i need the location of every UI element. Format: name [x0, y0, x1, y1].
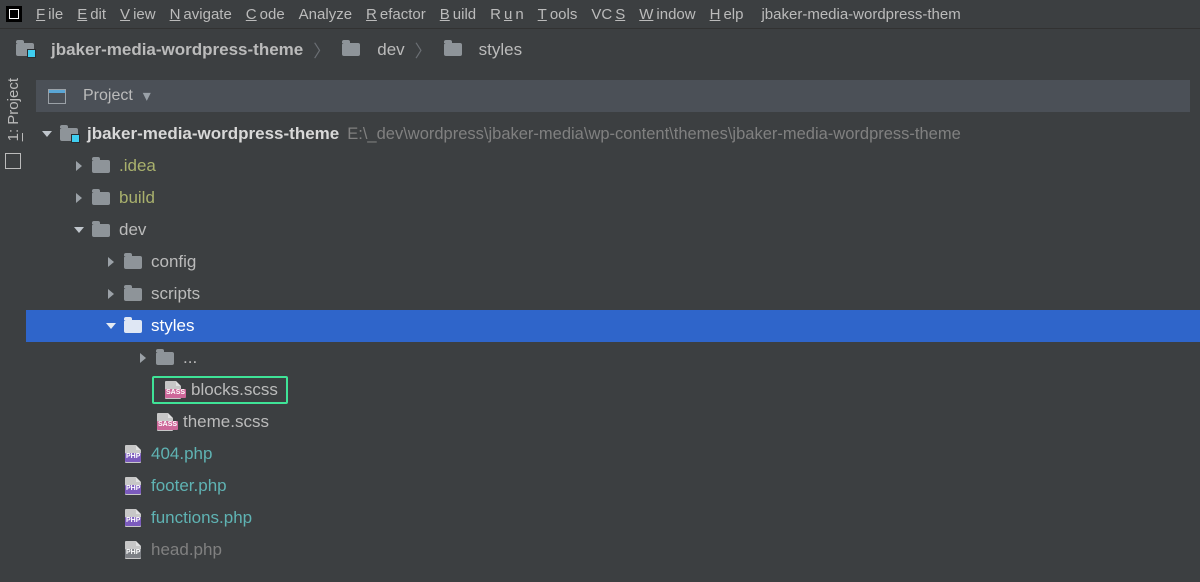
tool-window-stripe: 1: Project [0, 70, 27, 582]
folder-icon [154, 349, 176, 367]
project-tree: jbaker-media-wordpress-theme E:\_dev\wor… [26, 118, 1200, 566]
tree-item-config[interactable]: config [26, 246, 1200, 278]
tree-item-styles[interactable]: styles [26, 310, 1200, 342]
menu-vcs[interactable]: VCS [591, 6, 625, 23]
project-icon [58, 125, 80, 143]
php-file-icon: PHP [122, 477, 144, 495]
tool-tab-icon [5, 153, 21, 169]
item-label: styles [151, 316, 194, 336]
tree-item-scripts[interactable]: scripts [26, 278, 1200, 310]
breadcrumb-styles-label: styles [479, 40, 522, 60]
tree-item-theme-scss[interactable]: SASS theme.scss [26, 406, 1200, 438]
project-panel: Project ▾ jbaker-media-wordpress-theme E… [26, 70, 1200, 582]
menu-help[interactable]: Help [710, 6, 744, 23]
tree-item-idea[interactable]: .idea [26, 150, 1200, 182]
tool-project-tab[interactable]: 1: Project [5, 70, 22, 153]
menu-analyze[interactable]: Analyze [299, 6, 352, 23]
tree-item-404-php[interactable]: PHP 404.php [26, 438, 1200, 470]
chevron-right-icon: 〉 [415, 37, 432, 62]
menu-edit[interactable]: Edit [77, 6, 106, 23]
breadcrumb-dev[interactable]: dev [340, 40, 404, 60]
breadcrumb-root-label: jbaker-media-wordpress-theme [51, 40, 303, 60]
folder-icon [122, 285, 144, 303]
root-path: E:\_dev\wordpress\jbaker-media\wp-conten… [347, 125, 961, 144]
folder-icon [90, 189, 112, 207]
project-panel-header[interactable]: Project ▾ [36, 80, 1190, 112]
item-label: config [151, 252, 196, 272]
expand-arrow-icon[interactable] [74, 227, 84, 233]
item-label: blocks.scss [191, 380, 278, 400]
tree-item-ellipsis[interactable]: ... [26, 342, 1200, 374]
window-title: jbaker-media-wordpress-them [761, 6, 960, 23]
breadcrumb-dev-label: dev [377, 40, 404, 60]
sass-file-icon: SASS [162, 381, 184, 399]
item-label: build [119, 188, 155, 208]
folder-icon [442, 41, 464, 59]
item-label: head.php [151, 540, 222, 560]
app-icon [6, 6, 22, 22]
item-label: scripts [151, 284, 200, 304]
panel-title: Project [83, 87, 133, 105]
item-label: dev [119, 220, 146, 240]
menu-run[interactable]: Run [490, 6, 524, 23]
menu-build[interactable]: Build [440, 6, 476, 23]
expand-arrow-icon[interactable] [108, 257, 114, 267]
tree-item-functions-php[interactable]: PHP functions.php [26, 502, 1200, 534]
php-file-icon: PHP [122, 445, 144, 463]
highlight-box: SASS blocks.scss [152, 376, 288, 404]
window-icon [46, 87, 68, 105]
tree-item-dev[interactable]: dev [26, 214, 1200, 246]
breadcrumb-styles[interactable]: styles [442, 40, 522, 60]
folder-icon [90, 221, 112, 239]
breadcrumb-root[interactable]: jbaker-media-wordpress-theme [14, 40, 303, 60]
folder-icon [340, 41, 362, 59]
tree-item-head-php[interactable]: PHP head.php [26, 534, 1200, 566]
sass-file-icon: SASS [154, 413, 176, 431]
item-label: .idea [119, 156, 156, 176]
tree-item-build[interactable]: build [26, 182, 1200, 214]
expand-arrow-icon[interactable] [76, 161, 82, 171]
chevron-down-icon: ▾ [143, 86, 151, 106]
menu-refactor[interactable]: Refactor [366, 6, 426, 23]
project-icon [14, 41, 36, 59]
php-file-icon: PHP [122, 509, 144, 527]
menu-window[interactable]: Window [639, 6, 695, 23]
expand-arrow-icon[interactable] [140, 353, 146, 363]
folder-icon [90, 157, 112, 175]
item-label: 404.php [151, 444, 212, 464]
expand-arrow-icon[interactable] [106, 323, 116, 329]
item-label: theme.scss [183, 412, 269, 432]
item-label: ... [183, 348, 197, 368]
expand-arrow-icon[interactable] [76, 193, 82, 203]
item-label: functions.php [151, 508, 252, 528]
tree-root[interactable]: jbaker-media-wordpress-theme E:\_dev\wor… [26, 118, 1200, 150]
item-label: footer.php [151, 476, 227, 496]
chevron-right-icon: 〉 [313, 37, 330, 62]
php-file-icon: PHP [122, 541, 144, 559]
menu-file[interactable]: File [36, 6, 63, 23]
root-label: jbaker-media-wordpress-theme [87, 124, 339, 144]
tree-item-footer-php[interactable]: PHP footer.php [26, 470, 1200, 502]
menu-view[interactable]: View [120, 6, 156, 23]
menu-bar: File Edit View Navigate Code Analyze Ref… [0, 0, 1200, 29]
menu-navigate[interactable]: Navigate [170, 6, 232, 23]
menu-code[interactable]: Code [246, 6, 285, 23]
folder-icon [122, 253, 144, 271]
folder-icon [122, 317, 144, 335]
expand-arrow-icon[interactable] [42, 131, 52, 137]
breadcrumb-bar: jbaker-media-wordpress-theme 〉 dev 〉 sty… [0, 29, 1200, 71]
menu-tools[interactable]: Tools [538, 6, 578, 23]
tree-item-blocks-scss[interactable]: SASS blocks.scss [26, 374, 1200, 406]
expand-arrow-icon[interactable] [108, 289, 114, 299]
